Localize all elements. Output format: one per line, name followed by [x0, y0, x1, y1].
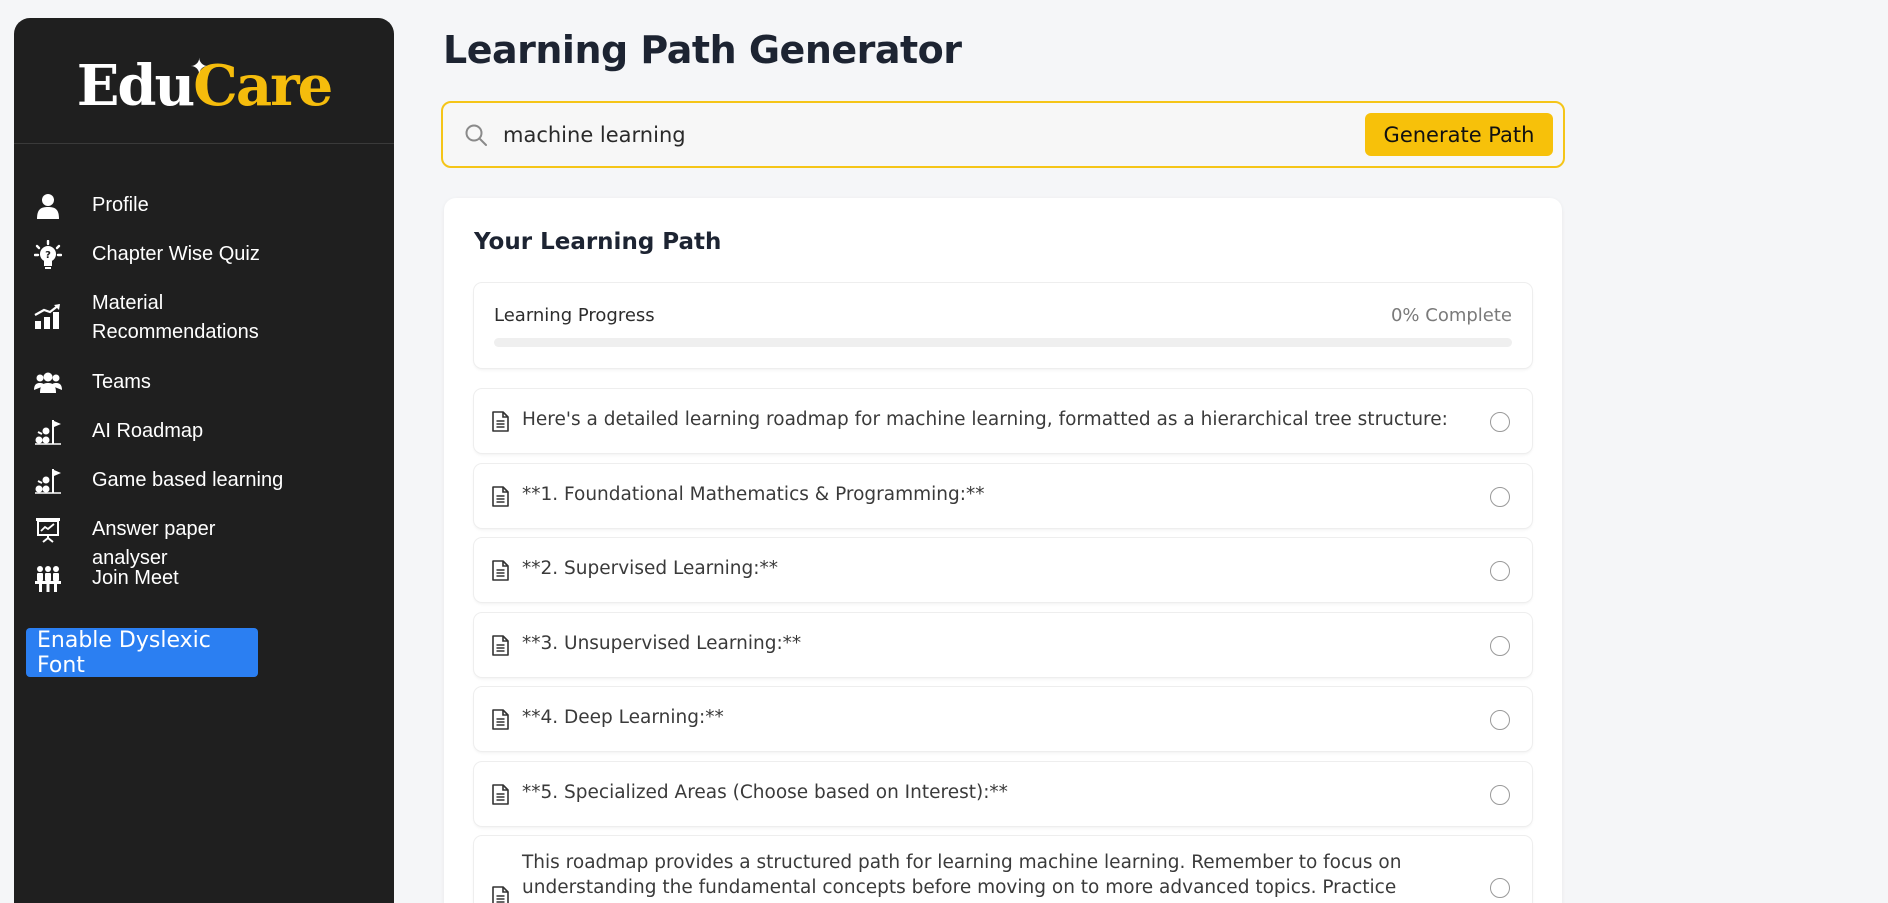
bar-chart-growth-icon: [32, 301, 64, 333]
sparkle-icon: ✦: [190, 54, 209, 79]
document-icon: [492, 784, 509, 810]
step-text: **2. Supervised Learning:**: [522, 558, 779, 579]
search-icon: [465, 124, 487, 151]
step-text: **5. Specialized Areas (Choose based on …: [522, 782, 1008, 803]
sidebar-item-label: Profile: [92, 194, 149, 216]
svg-text:?: ?: [45, 250, 51, 261]
sidebar-item-label: AI Roadmap: [92, 420, 204, 442]
sidebar-item-label: Game based learning: [92, 469, 284, 491]
generate-path-button[interactable]: Generate Path: [1365, 113, 1553, 156]
roadmap-icon: [32, 465, 64, 497]
step-text: **3. Unsupervised Learning:**: [522, 633, 802, 654]
progress-panel: Learning Progress 0% Complete: [474, 283, 1532, 368]
enable-dyslexic-font-button[interactable]: Enable Dyslexic Font: [26, 628, 258, 678]
sidebar-item-chapter-quiz[interactable]: ? Chapter Wise Quiz: [14, 239, 394, 288]
sidebar-item-label: Join Meet: [92, 567, 179, 589]
progress-label: Learning Progress: [494, 305, 655, 326]
search-input[interactable]: [503, 117, 1283, 153]
learning-step[interactable]: **4. Deep Learning:**: [474, 687, 1532, 751]
sidebar-nav: Profile ? Chapter Wise Quiz Material Rec…: [14, 144, 394, 612]
step-text: **1. Foundational Mathematics & Programm…: [522, 484, 985, 505]
sidebar-item-label: Material Recommendations: [92, 292, 259, 343]
sidebar-item-game-based-learning[interactable]: Game based learning: [14, 465, 394, 514]
step-complete-radio[interactable]: [1490, 412, 1510, 432]
step-text: Here's a detailed learning roadmap for m…: [522, 409, 1448, 430]
learning-path-title: Your Learning Path: [474, 229, 722, 255]
learning-step[interactable]: **5. Specialized Areas (Choose based on …: [474, 762, 1532, 826]
document-icon: [492, 709, 509, 735]
logo-text-edu: Edu: [76, 52, 196, 119]
step-complete-radio[interactable]: [1490, 785, 1510, 805]
logo-text-care: Care: [193, 52, 333, 119]
progress-percent-text: 0% Complete: [1390, 305, 1512, 326]
sidebar-item-profile[interactable]: Profile: [14, 190, 394, 239]
step-complete-radio[interactable]: [1490, 487, 1510, 507]
document-icon: [492, 486, 509, 512]
step-complete-radio[interactable]: [1490, 710, 1510, 730]
sidebar-item-label: Chapter Wise Quiz: [92, 243, 260, 265]
sidebar-item-ai-roadmap[interactable]: AI Roadmap: [14, 416, 394, 465]
step-complete-radio[interactable]: [1490, 878, 1510, 898]
progress-bar: [494, 338, 1512, 347]
document-icon: [492, 886, 509, 903]
learning-step[interactable]: **2. Supervised Learning:**: [474, 538, 1532, 602]
learning-step[interactable]: Here's a detailed learning roadmap for m…: [474, 389, 1532, 453]
sidebar-item-join-meet[interactable]: Join Meet: [14, 563, 394, 612]
user-icon: [32, 190, 64, 222]
people-meeting-icon: [32, 563, 64, 595]
search-bar: Generate Path: [441, 101, 1565, 168]
document-icon: [492, 411, 509, 437]
step-text: This roadmap provides a structured path …: [522, 852, 1402, 903]
users-group-icon: [32, 367, 64, 399]
lightbulb-gear-icon: ?: [32, 239, 64, 271]
document-icon: [492, 635, 509, 661]
sidebar-item-label: Teams: [92, 371, 151, 393]
step-complete-radio[interactable]: [1490, 561, 1510, 581]
document-icon: [492, 560, 509, 586]
presentation-board-icon: [32, 514, 64, 546]
learning-step[interactable]: **3. Unsupervised Learning:**: [474, 613, 1532, 677]
roadmap-icon: [32, 416, 64, 448]
sidebar-item-answer-paper-analyser[interactable]: Answer paper analyser: [14, 514, 394, 569]
step-text: **4. Deep Learning:**: [522, 707, 724, 728]
learning-step[interactable]: **1. Foundational Mathematics & Programm…: [474, 464, 1532, 528]
sidebar-item-material-recommendations[interactable]: Material Recommendations: [14, 288, 394, 367]
logo-area: ✦ EduCare: [14, 18, 394, 144]
sidebar: ✦ EduCare Profile ? Chapter Wise Quiz Ma…: [14, 18, 394, 903]
learning-path-card: Your Learning Path Learning Progress 0% …: [444, 198, 1562, 903]
sidebar-item-teams[interactable]: Teams: [14, 367, 394, 416]
page-title: Learning Path Generator: [443, 28, 962, 72]
learning-step[interactable]: This roadmap provides a structured path …: [474, 836, 1532, 903]
step-complete-radio[interactable]: [1490, 636, 1510, 656]
